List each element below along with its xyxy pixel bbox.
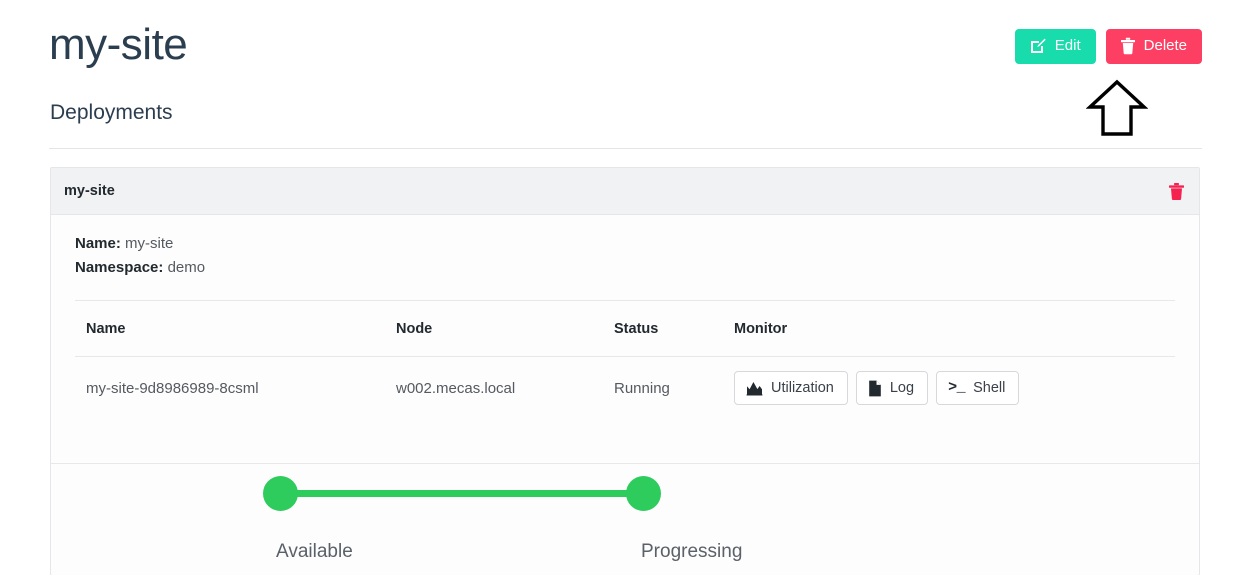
meta-namespace-label: Namespace:: [75, 259, 164, 276]
log-button[interactable]: Log: [855, 371, 929, 405]
card-body: Name: my-site Namespace: demo Name Node …: [51, 215, 1199, 463]
trash-icon: [1120, 37, 1136, 55]
pipeline-label-available: Available: [276, 541, 353, 562]
log-button-label: Log: [889, 380, 915, 396]
column-header-status: Status: [603, 301, 723, 357]
deployment-card: my-site Name: my-site Namespace: demo Na…: [50, 167, 1200, 575]
table-row: my-site-9d8986989-8csml w002.mecas.local…: [75, 357, 1175, 420]
pod-status: Running: [614, 379, 670, 397]
shell-button-label: Shell: [973, 380, 1006, 396]
trash-icon: [1168, 182, 1185, 204]
deployment-detail-page: my-site Deployments Edit Delete my-site …: [0, 0, 1243, 575]
card-delete-button[interactable]: [1168, 182, 1185, 201]
table-bottom-spacer: [75, 419, 1175, 463]
meta-namespace: Namespace: demo: [75, 256, 1175, 280]
pod-name: my-site-9d8986989-8csml: [86, 379, 259, 397]
file-icon: [868, 380, 882, 397]
card-header-title: my-site: [64, 183, 115, 199]
pipeline-label-progressing: Progressing: [641, 541, 743, 562]
page-subtitle: Deployments: [50, 101, 173, 124]
card-footer: Available Progressing: [51, 463, 1199, 575]
meta-name-value: my-site: [125, 235, 174, 252]
meta-namespace-value: demo: [167, 259, 206, 276]
pod-node: w002.mecas.local: [396, 379, 516, 397]
meta-name-label: Name:: [75, 235, 121, 252]
chart-area-icon: [746, 381, 763, 396]
header-divider: [49, 148, 1202, 149]
page-title: my-site: [49, 20, 188, 69]
shell-button[interactable]: >_ Shell: [936, 371, 1020, 405]
status-pipeline: Available Progressing: [51, 464, 1199, 575]
pipeline-connector: [278, 490, 642, 497]
card-header: my-site: [51, 168, 1199, 215]
table-header-row: Name Node Status Monitor: [75, 301, 1175, 357]
column-header-monitor: Monitor: [723, 301, 1175, 357]
header-actions: Edit Delete: [1014, 29, 1202, 64]
terminal-icon: >_: [948, 379, 966, 396]
delete-button-label: Delete: [1143, 37, 1187, 54]
column-header-node: Node: [385, 301, 603, 357]
edit-button-label: Edit: [1054, 37, 1081, 54]
meta-name: Name: my-site: [75, 232, 1175, 256]
utilization-button[interactable]: Utilization: [734, 371, 848, 405]
utilization-button-label: Utilization: [771, 380, 834, 396]
up-arrow-annotation-icon: [1085, 79, 1149, 137]
pods-table: Name Node Status Monitor my-site-9d89869…: [75, 301, 1175, 419]
column-header-name: Name: [75, 301, 385, 357]
edit-button[interactable]: Edit: [1014, 29, 1096, 64]
edit-square-icon: [1029, 37, 1047, 55]
pod-monitor-actions: Utilization Log >_ Shell: [723, 357, 1175, 420]
pipeline-node-progressing[interactable]: [626, 476, 661, 511]
pipeline-node-available[interactable]: [263, 476, 298, 511]
delete-button[interactable]: Delete: [1105, 29, 1202, 64]
